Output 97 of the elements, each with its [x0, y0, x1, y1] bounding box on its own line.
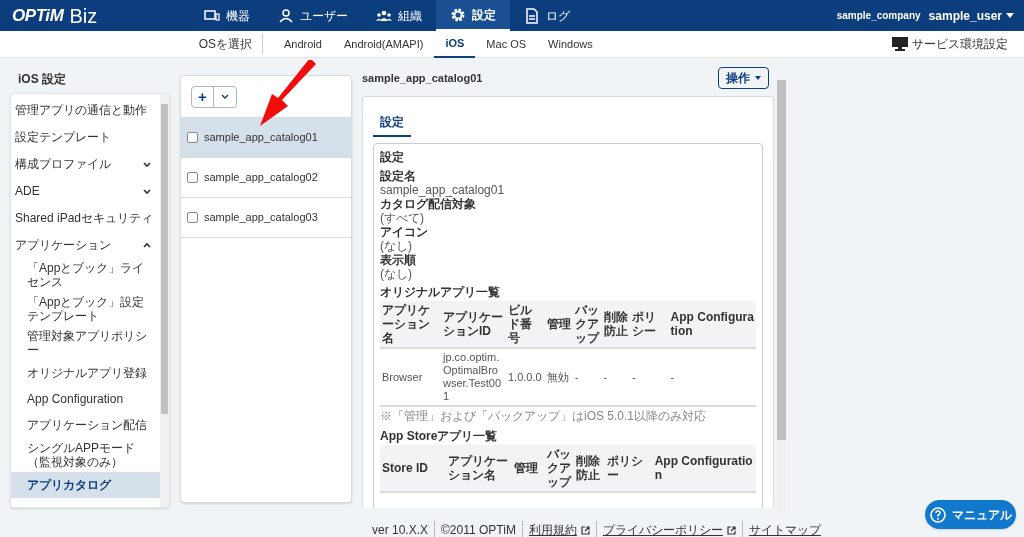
column-header: 管理: [512, 445, 546, 492]
sidebar-subitem[interactable]: シングルAPPモード（監視対象のみ）: [11, 438, 160, 472]
nav-tab[interactable]: 設定: [436, 0, 510, 31]
copyright-text: ©2011 OPTiM: [435, 521, 523, 537]
field-value: (すべて): [380, 211, 425, 225]
sidebar-subitem[interactable]: 「Appとブック」設定テンプレート: [11, 292, 160, 326]
column-header: Store ID: [380, 445, 447, 492]
sidebar-subitem[interactable]: オリジナルアプリ登録: [11, 360, 160, 386]
field-label: アイコン: [380, 225, 429, 239]
catalog-name: sample_app_catalog01: [204, 130, 318, 146]
column-header: ポリシー: [605, 445, 653, 492]
os-tab[interactable]: iOS: [434, 30, 476, 58]
column-header: ポリシー: [629, 301, 669, 348]
product-name: Biz: [69, 3, 98, 29]
table-cell: -: [668, 348, 756, 406]
field-label: カタログ配信対象: [380, 197, 476, 211]
catalog-name: sample_app_catalog03: [204, 210, 318, 226]
column-header: 削除防止: [574, 445, 606, 492]
checkbox[interactable]: [187, 212, 198, 223]
external-link-icon: [580, 525, 590, 535]
footer-link[interactable]: 利用規約: [528, 521, 577, 537]
catalog-name: sample_app_catalog02: [204, 170, 318, 186]
devices-icon: [204, 7, 220, 24]
footer-link[interactable]: サイトマップ: [748, 521, 821, 537]
nav-tab[interactable]: ログ: [510, 0, 584, 31]
field-value: (なし): [380, 239, 413, 253]
column-header: ビルド番号: [506, 301, 545, 348]
table-cell: -: [601, 348, 630, 406]
sidebar-subitem[interactable]: App Configuration: [11, 386, 160, 412]
sidebar-title: iOS 設定: [18, 71, 66, 88]
os-tab[interactable]: Mac OS: [475, 30, 538, 58]
detail-tab[interactable]: 設定: [373, 109, 411, 137]
catalog-row[interactable]: sample_app_catalog01: [181, 118, 351, 158]
sidebar-item[interactable]: 構成プロファイル: [11, 150, 160, 177]
help-icon: [929, 506, 946, 523]
document-icon: [524, 7, 540, 24]
column-header: App Configuration: [668, 301, 756, 348]
sidebar-item[interactable]: アプリケーション: [11, 231, 160, 258]
table-heading: オリジナルアプリ一覧: [380, 284, 501, 301]
footer-link[interactable]: プライバシーポリシー: [602, 521, 723, 537]
column-header: アプリケーション名: [380, 301, 441, 348]
sidebar-item[interactable]: 管理アプリの通信と動作: [11, 96, 160, 123]
section-heading: 設定: [380, 149, 405, 166]
sidebar-item[interactable]: Shared iPadセキュリティ: [11, 204, 160, 231]
sidebar-subitem[interactable]: 管理対象アプリポリシー: [11, 326, 160, 360]
nav-tab[interactable]: 組織: [362, 0, 436, 31]
os-select-label: OSを選択: [198, 36, 252, 53]
table-cell: jp.co.optim.OptimalBrowser.Test001: [440, 348, 506, 406]
user-menu[interactable]: sample_user: [928, 6, 1014, 25]
table-cell: Browser: [380, 348, 441, 406]
scrollbar[interactable]: [777, 78, 786, 514]
manual-button[interactable]: マニュアル: [925, 500, 1016, 529]
sidebar-item[interactable]: ADE: [11, 177, 160, 204]
column-header: バックアップ: [545, 445, 575, 492]
external-link-icon: [726, 525, 736, 535]
service-settings-link[interactable]: サービス環境設定: [892, 35, 1008, 53]
version-text: ver 10.X.X: [372, 521, 436, 537]
checkbox[interactable]: [187, 172, 198, 183]
os-tab[interactable]: Android: [273, 30, 333, 58]
caret-icon: [755, 76, 761, 80]
table-cell: -: [629, 348, 669, 406]
field-value: (なし): [380, 267, 413, 281]
catalog-row[interactable]: sample_app_catalog03: [181, 198, 351, 238]
action-button[interactable]: 操作: [718, 67, 769, 89]
settings-icon: [450, 6, 466, 23]
column-header: 削除防止: [601, 301, 630, 348]
sidebar-subitem[interactable]: アプリケーション配信: [11, 412, 160, 438]
field-label: 表示順: [380, 253, 417, 267]
table-cell: 無効: [544, 348, 574, 406]
table-cell: -: [573, 348, 602, 406]
field-label: 設定名: [380, 169, 417, 183]
nav-tab[interactable]: ユーザー: [264, 0, 362, 31]
sidebar-item[interactable]: 設定テンプレート: [11, 123, 160, 150]
company-name: sample_company: [836, 9, 921, 23]
brand-logo: OPTiM: [12, 4, 64, 27]
catalog-row[interactable]: sample_app_catalog02: [181, 158, 351, 198]
os-tab[interactable]: Windows: [537, 30, 604, 58]
nav-tab[interactable]: 機器: [190, 0, 264, 31]
table-note: ※「管理」および「バックアップ」はiOS 5.0.1以降のみ対応: [380, 408, 708, 425]
column-header: バックアップ: [573, 301, 602, 348]
chevron-down-icon: [221, 93, 229, 100]
monitor-icon: [892, 37, 908, 51]
column-header: 管理: [544, 301, 574, 348]
sidebar-subitem[interactable]: 「Appとブック」ライセンス: [11, 258, 160, 292]
caret-icon: [1006, 13, 1014, 18]
os-tab[interactable]: Android(AMAPI): [332, 30, 435, 58]
table-heading: App Storeアプリ一覧: [380, 428, 499, 445]
user-icon: [278, 7, 294, 24]
table-cell: 1.0.0.0: [506, 348, 545, 406]
field-value: sample_app_catalog01: [380, 183, 506, 197]
scrollbar[interactable]: [160, 94, 169, 507]
column-header: アプリケーション名: [446, 445, 513, 492]
column-header: App Configuration: [652, 445, 756, 492]
column-header: アプリケーションID: [440, 301, 506, 348]
checkbox[interactable]: [187, 132, 198, 143]
sidebar-subitem[interactable]: アプリカタログ: [11, 472, 160, 498]
detail-title: sample_app_catalog01: [362, 70, 483, 86]
